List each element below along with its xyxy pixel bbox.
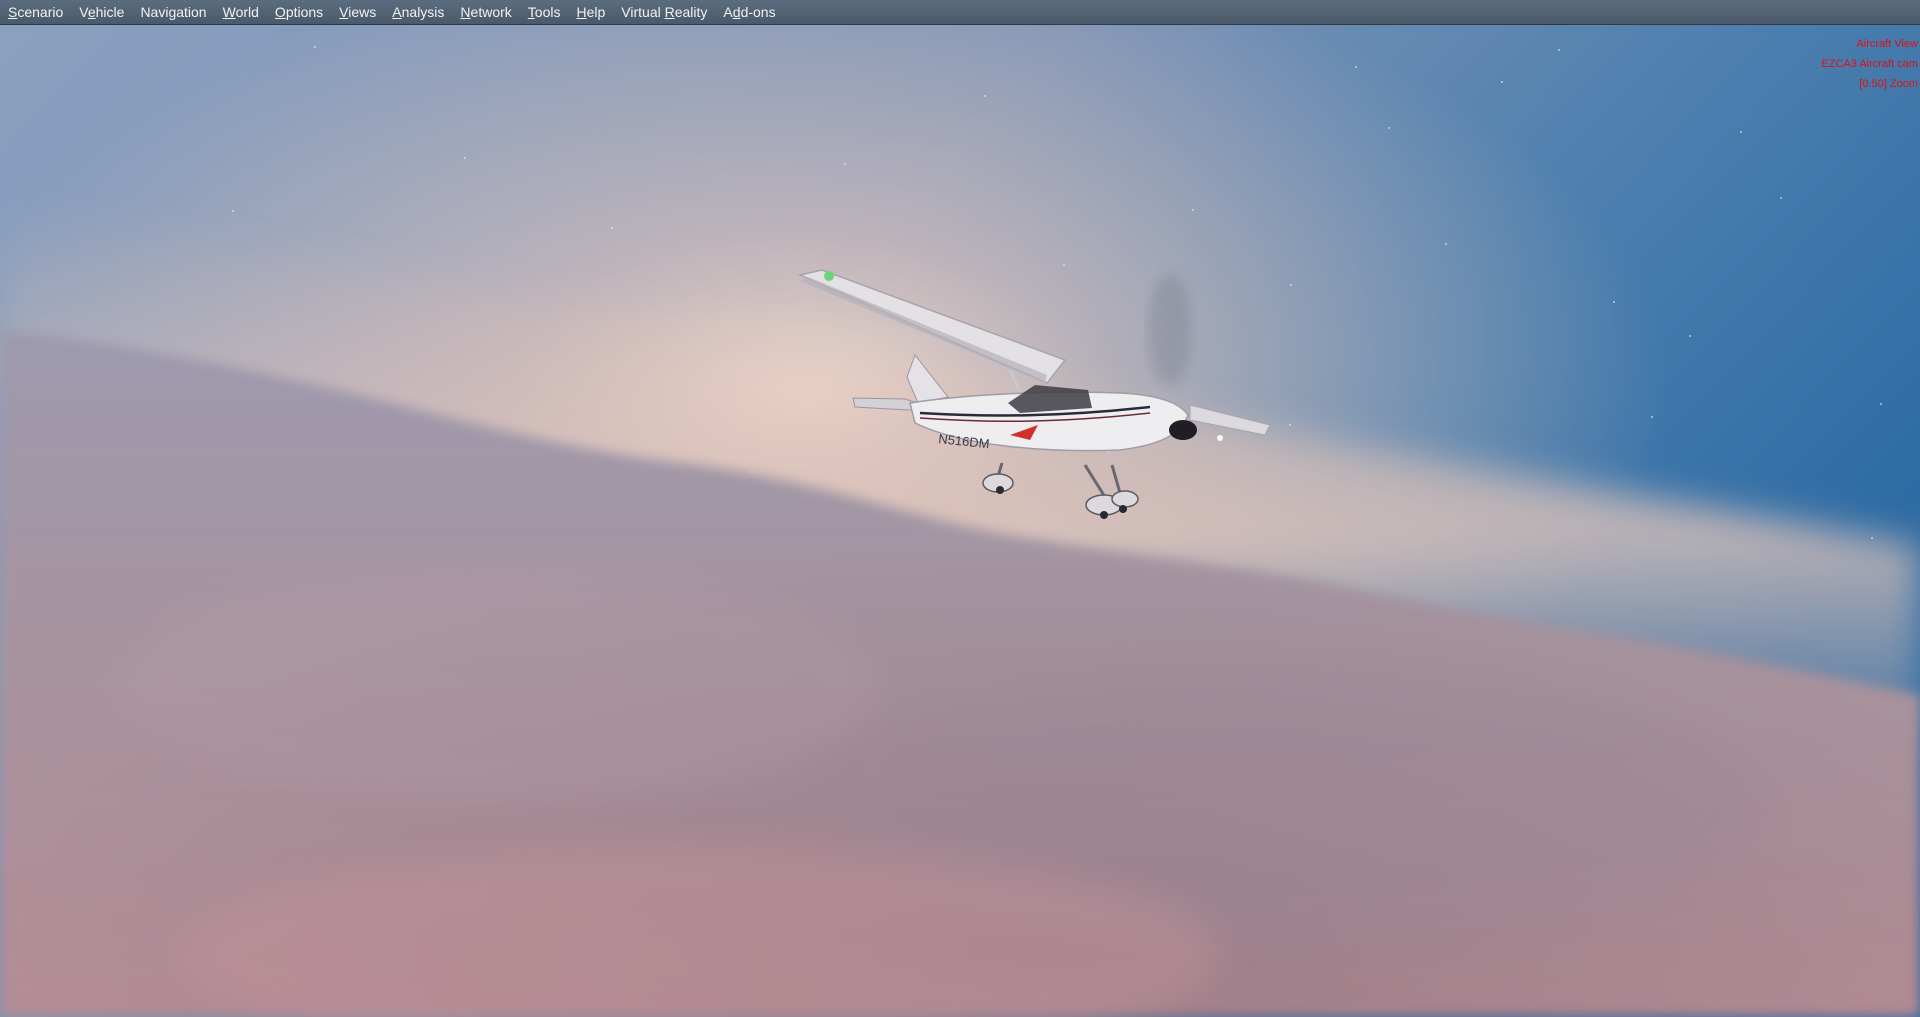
menu-views[interactable]: Views bbox=[333, 0, 386, 24]
menu-bar: Scenario Vehicle Navigation World Option… bbox=[0, 0, 1920, 25]
view-info-overlay: Aircraft View EZCA3 Aircraft cam [0.50] … bbox=[1821, 34, 1918, 94]
cloud-puff bbox=[120, 565, 880, 805]
menu-add-ons[interactable]: Add-ons bbox=[717, 0, 785, 24]
menu-analysis[interactable]: Analysis bbox=[386, 0, 454, 24]
menu-navigation[interactable]: Navigation bbox=[134, 0, 216, 24]
menu-options[interactable]: Options bbox=[269, 0, 333, 24]
menu-tools[interactable]: Tools bbox=[522, 0, 571, 24]
overlay-camera-name: EZCA3 Aircraft cam bbox=[1821, 58, 1918, 70]
menu-virtual-reality[interactable]: Virtual Reality bbox=[615, 0, 717, 24]
menu-network[interactable]: Network bbox=[454, 0, 521, 24]
menu-help[interactable]: Help bbox=[570, 0, 615, 24]
spinner bbox=[1169, 420, 1197, 440]
nav-light bbox=[824, 271, 834, 281]
propeller-blur bbox=[1148, 275, 1192, 385]
simulator-viewport[interactable]: N516DM bbox=[0, 25, 1920, 1017]
overlay-zoom-level: [0.50] Zoom bbox=[1859, 78, 1918, 90]
menu-scenario[interactable]: Scenario bbox=[2, 0, 73, 24]
menu-world[interactable]: World bbox=[217, 0, 269, 24]
menu-vehicle[interactable]: Vehicle bbox=[73, 0, 134, 24]
scene-render: N516DM bbox=[0, 25, 1920, 1017]
overlay-view-mode: Aircraft View bbox=[1856, 38, 1918, 50]
